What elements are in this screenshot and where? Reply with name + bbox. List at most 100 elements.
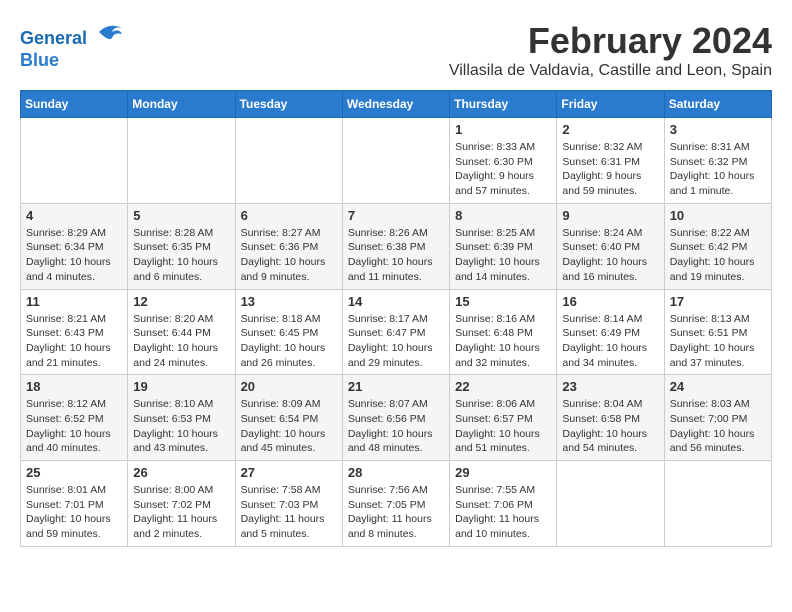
calendar-cell xyxy=(21,118,128,204)
sunrise-text: Sunrise: 8:13 AM xyxy=(670,313,750,325)
sunset-text: Sunset: 6:57 PM xyxy=(455,413,533,425)
day-number: 21 xyxy=(348,379,444,394)
sunrise-text: Sunrise: 8:17 AM xyxy=(348,313,428,325)
sunrise-text: Sunrise: 8:22 AM xyxy=(670,227,750,239)
day-info: Sunrise: 8:07 AMSunset: 6:56 PMDaylight:… xyxy=(348,397,444,456)
daylight-text: Daylight: 10 hours and 14 minutes. xyxy=(455,256,540,283)
day-info: Sunrise: 7:56 AMSunset: 7:05 PMDaylight:… xyxy=(348,483,444,542)
daylight-text: Daylight: 10 hours and 4 minutes. xyxy=(26,256,111,283)
calendar-week-0: 1Sunrise: 8:33 AMSunset: 6:30 PMDaylight… xyxy=(21,118,772,204)
day-info: Sunrise: 8:13 AM Sunset: 6:51 PM Daylight:… xyxy=(670,312,766,371)
day-info: Sunrise: 8:00 AMSunset: 7:02 PMDaylight:… xyxy=(133,483,229,542)
calendar-cell xyxy=(128,118,235,204)
sunset-text: Sunset: 6:38 PM xyxy=(348,241,426,253)
day-number: 2 xyxy=(562,122,658,137)
day-number: 27 xyxy=(241,465,337,480)
day-info: Sunrise: 8:31 AMSunset: 6:32 PMDaylight:… xyxy=(670,140,766,199)
day-number: 22 xyxy=(455,379,551,394)
day-number: 5 xyxy=(133,208,229,223)
calendar-cell xyxy=(342,118,449,204)
sunrise-text: Sunrise: 7:58 AM xyxy=(241,484,321,496)
calendar-cell: 21 Sunrise: 8:07 AMSunset: 6:56 PMDayligh… xyxy=(342,375,449,461)
calendar-header-row: SundayMondayTuesdayWednesdayThursdayFrid… xyxy=(21,91,772,118)
sunrise-text: Sunrise: 8:00 AM xyxy=(133,484,213,496)
sunset-text: Sunset: 6:53 PM xyxy=(133,413,211,425)
calendar-cell xyxy=(557,461,664,547)
sunrise-text: Sunrise: 8:14 AM xyxy=(562,313,642,325)
calendar-cell: 8Sunrise: 8:25 AMSunset: 6:39 PMDaylight… xyxy=(450,203,557,289)
daylight-text: Daylight: 10 hours and 26 minutes. xyxy=(241,342,326,369)
day-number: 20 xyxy=(241,379,337,394)
day-info: Sunrise: 8:09 AMSunset: 6:54 PMDaylight:… xyxy=(241,397,337,456)
calendar-week-4: 25Sunrise: 8:01 AMSunset: 7:01 PMDayligh… xyxy=(21,461,772,547)
sunset-text: Sunset: 7:02 PM xyxy=(133,499,211,511)
daylight-text: Daylight: 10 hours and 37 minutes. xyxy=(670,342,755,369)
calendar-cell: 14Sunrise: 8:17 AMSunset: 6:47 PMDayligh… xyxy=(342,289,449,375)
col-header-monday: Monday xyxy=(128,91,235,118)
sunset-text: Sunset: 6:52 PM xyxy=(26,413,104,425)
calendar-cell xyxy=(235,118,342,204)
sunrise-text: Sunrise: 7:56 AM xyxy=(348,484,428,496)
day-info: Sunrise: 7:55 AMSunset: 7:06 PMDaylight:… xyxy=(455,483,551,542)
sunset-text: Sunset: 6:51 PM xyxy=(670,327,748,339)
day-number: 4 xyxy=(26,208,122,223)
sunrise-text: Sunrise: 7:55 AM xyxy=(455,484,535,496)
sunset-text: Sunset: 6:48 PM xyxy=(455,327,533,339)
daylight-text: Daylight: 10 hours and 54 minutes. xyxy=(562,428,647,455)
daylight-text: Daylight: 10 hours and 21 minutes. xyxy=(26,342,111,369)
calendar-cell: 2 Sunrise: 8:32 AMSunset: 6:31 PMDaylight… xyxy=(557,118,664,204)
calendar-cell xyxy=(664,461,771,547)
day-number: 1 xyxy=(455,122,551,137)
sunrise-text: Sunrise: 8:06 AM xyxy=(455,398,535,410)
sunset-text: Sunset: 6:31 PM xyxy=(562,156,640,168)
day-number: 8 xyxy=(455,208,551,223)
calendar-cell: 9Sunrise: 8:24 AMSunset: 6:40 PMDaylight… xyxy=(557,203,664,289)
col-header-saturday: Saturday xyxy=(664,91,771,118)
calendar-cell: 26Sunrise: 8:00 AMSunset: 7:02 PMDayligh… xyxy=(128,461,235,547)
calendar-cell: 29 Sunrise: 7:55 AMSunset: 7:06 PMDayligh… xyxy=(450,461,557,547)
calendar-cell: 10Sunrise: 8:22 AMSunset: 6:42 PMDayligh… xyxy=(664,203,771,289)
sunset-text: Sunset: 6:56 PM xyxy=(348,413,426,425)
daylight-text: Daylight: 9 hours and 57 minutes. xyxy=(455,170,534,197)
calendar-cell: 23 Sunrise: 8:04 AM Sunset: 6:58 PM Dayligh… xyxy=(557,375,664,461)
calendar-cell: 18Sunrise: 8:12 AMSunset: 6:52 PMDayligh… xyxy=(21,375,128,461)
sunset-text: Sunset: 6:34 PM xyxy=(26,241,104,253)
day-info: Sunrise: 8:32 AMSunset: 6:31 PMDaylight:… xyxy=(562,140,658,199)
sunset-text: Sunset: 7:00 PM xyxy=(670,413,748,425)
sunset-text: Sunset: 6:32 PM xyxy=(670,156,748,168)
sunrise-text: Sunrise: 8:33 AM xyxy=(455,141,535,153)
calendar-cell: 6Sunrise: 8:27 AMSunset: 6:36 PMDaylight… xyxy=(235,203,342,289)
day-number: 29 xyxy=(455,465,551,480)
day-number: 24 xyxy=(670,379,766,394)
sunset-text: Sunset: 6:58 PM xyxy=(562,413,640,425)
daylight-text: Daylight: 11 hours and 10 minutes. xyxy=(455,513,539,540)
calendar-week-1: 4Sunrise: 8:29 AMSunset: 6:34 PMDaylight… xyxy=(21,203,772,289)
day-number: 12 xyxy=(133,294,229,309)
calendar-cell: 4Sunrise: 8:29 AMSunset: 6:34 PMDaylight… xyxy=(21,203,128,289)
calendar-cell: 22Sunrise: 8:06 AMSunset: 6:57 PMDayligh… xyxy=(450,375,557,461)
calendar-cell: 24Sunrise: 8:03 AMSunset: 7:00 PMDayligh… xyxy=(664,375,771,461)
daylight-text: Daylight: 10 hours and 9 minutes. xyxy=(241,256,326,283)
daylight-text: Daylight: 10 hours and 56 minutes. xyxy=(670,428,755,455)
day-number: 17 xyxy=(670,294,766,309)
sunset-text: Sunset: 6:49 PM xyxy=(562,327,640,339)
daylight-text: Daylight: 10 hours and 48 minutes. xyxy=(348,428,433,455)
sunrise-text: Sunrise: 8:31 AM xyxy=(670,141,750,153)
calendar-table: SundayMondayTuesdayWednesdayThursdayFrid… xyxy=(20,90,772,547)
daylight-text: Daylight: 10 hours and 34 minutes. xyxy=(562,342,647,369)
day-info: Sunrise: 8:21 AMSunset: 6:43 PMDaylight:… xyxy=(26,312,122,371)
day-info: Sunrise: 8:06 AMSunset: 6:57 PMDaylight:… xyxy=(455,397,551,456)
sunrise-text: Sunrise: 8:04 AM xyxy=(562,398,642,410)
sunrise-text: Sunrise: 8:09 AM xyxy=(241,398,321,410)
sunset-text: Sunset: 6:47 PM xyxy=(348,327,426,339)
calendar-week-3: 18Sunrise: 8:12 AMSunset: 6:52 PMDayligh… xyxy=(21,375,772,461)
sunrise-text: Sunrise: 8:28 AM xyxy=(133,227,213,239)
daylight-text: Daylight: 10 hours and 29 minutes. xyxy=(348,342,433,369)
day-info: Sunrise: 8:24 AMSunset: 6:40 PMDaylight:… xyxy=(562,226,658,285)
day-info: Sunrise: 8:04 AM Sunset: 6:58 PM Daylight:… xyxy=(562,397,658,456)
calendar-cell: 11Sunrise: 8:21 AMSunset: 6:43 PMDayligh… xyxy=(21,289,128,375)
location-subtitle: Villasila de Valdavia, Castille and Leon… xyxy=(449,62,772,80)
day-number: 28 xyxy=(348,465,444,480)
daylight-text: Daylight: 10 hours and 19 minutes. xyxy=(670,256,755,283)
day-number: 23 xyxy=(562,379,658,394)
